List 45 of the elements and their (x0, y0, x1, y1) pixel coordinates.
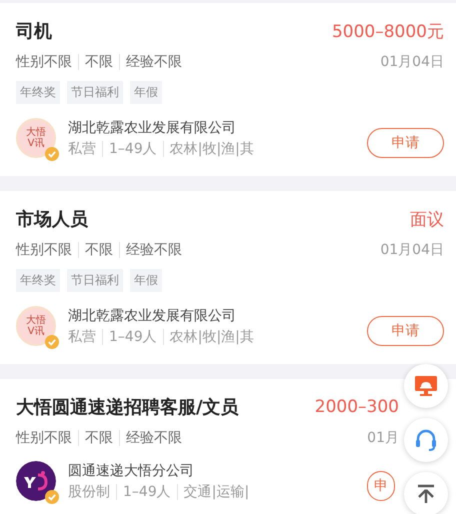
salary: 2000–300 (314, 397, 399, 417)
company-name: 湖北乾露农业发展有限公司 (68, 119, 237, 137)
requirement: 不限 (78, 430, 119, 446)
requirement: 性别不限 (16, 430, 73, 446)
company-name: 湖北乾露农业发展有限公司 (68, 307, 237, 325)
company-info: 1–49人 (102, 329, 163, 345)
company-logo (16, 461, 56, 501)
post-date: 01月04日 (380, 53, 444, 71)
benefit-tag: 年终奖 (16, 81, 60, 104)
salary: 5000–8000元 (332, 20, 444, 42)
company-info: 1–49人 (116, 484, 177, 500)
post-date: 01月 (367, 429, 399, 447)
job-card[interactable]: 大悟圆通速递招聘客服/文员 2000–300 性别不限 不限 经验不限 01月 圆通速递大悟分公司 股份制 1–49人 交通|运输| 申 (0, 379, 456, 514)
requirement: 性别不限 (16, 54, 73, 70)
company-info: 1–49人 (102, 141, 163, 157)
company-info: 私营 (68, 141, 97, 157)
live-button[interactable] (404, 364, 448, 408)
post-date: 01月04日 (380, 241, 444, 259)
job-card[interactable]: 司机 5000–8000元 性别不限 不限 经验不限 01月04日 年终奖 节日福利 年假 大悟V讯 湖北乾露农业发展有限公司 私营 1–49人 农林|牧|渔|其 申请 (0, 3, 456, 176)
requirement: 不限 (78, 54, 119, 70)
job-title: 市场人员 (16, 208, 88, 231)
requirement: 性别不限 (16, 242, 73, 258)
salary: 面议 (410, 208, 444, 230)
headset-icon (413, 427, 439, 453)
requirement: 不限 (78, 242, 119, 258)
company-info: 农林|牧|渔|其 (162, 141, 260, 157)
job-title: 大悟圆通速递招聘客服/文员 (16, 396, 239, 419)
benefit-tag: 年假 (130, 269, 162, 292)
company-info: 交通|运输| (176, 484, 256, 500)
company-info: 股份制 (68, 484, 111, 500)
benefit-tag: 年假 (130, 81, 162, 104)
company-logo: 大悟V讯 (16, 118, 56, 158)
benefit-tag: 年终奖 (16, 269, 60, 292)
benefit-tag: 节日福利 (67, 269, 123, 292)
monitor-icon (413, 373, 439, 399)
company-name: 圆通速递大悟分公司 (68, 462, 195, 480)
job-card[interactable]: 市场人员 面议 性别不限 不限 经验不限 01月04日 年终奖 节日福利 年假 大悟V讯 湖北乾露农业发展有限公司 私营 1–49人 农林|牧|渔|其 申请 (0, 191, 456, 364)
job-title: 司机 (16, 20, 52, 43)
company-info: 私营 (68, 329, 97, 345)
benefit-tag: 节日福利 (67, 81, 123, 104)
requirement: 经验不限 (119, 54, 188, 70)
company-logo: 大悟V讯 (16, 306, 56, 346)
requirement: 经验不限 (119, 430, 188, 446)
company-info: 农林|牧|渔|其 (162, 329, 260, 345)
requirement: 经验不限 (119, 242, 188, 258)
